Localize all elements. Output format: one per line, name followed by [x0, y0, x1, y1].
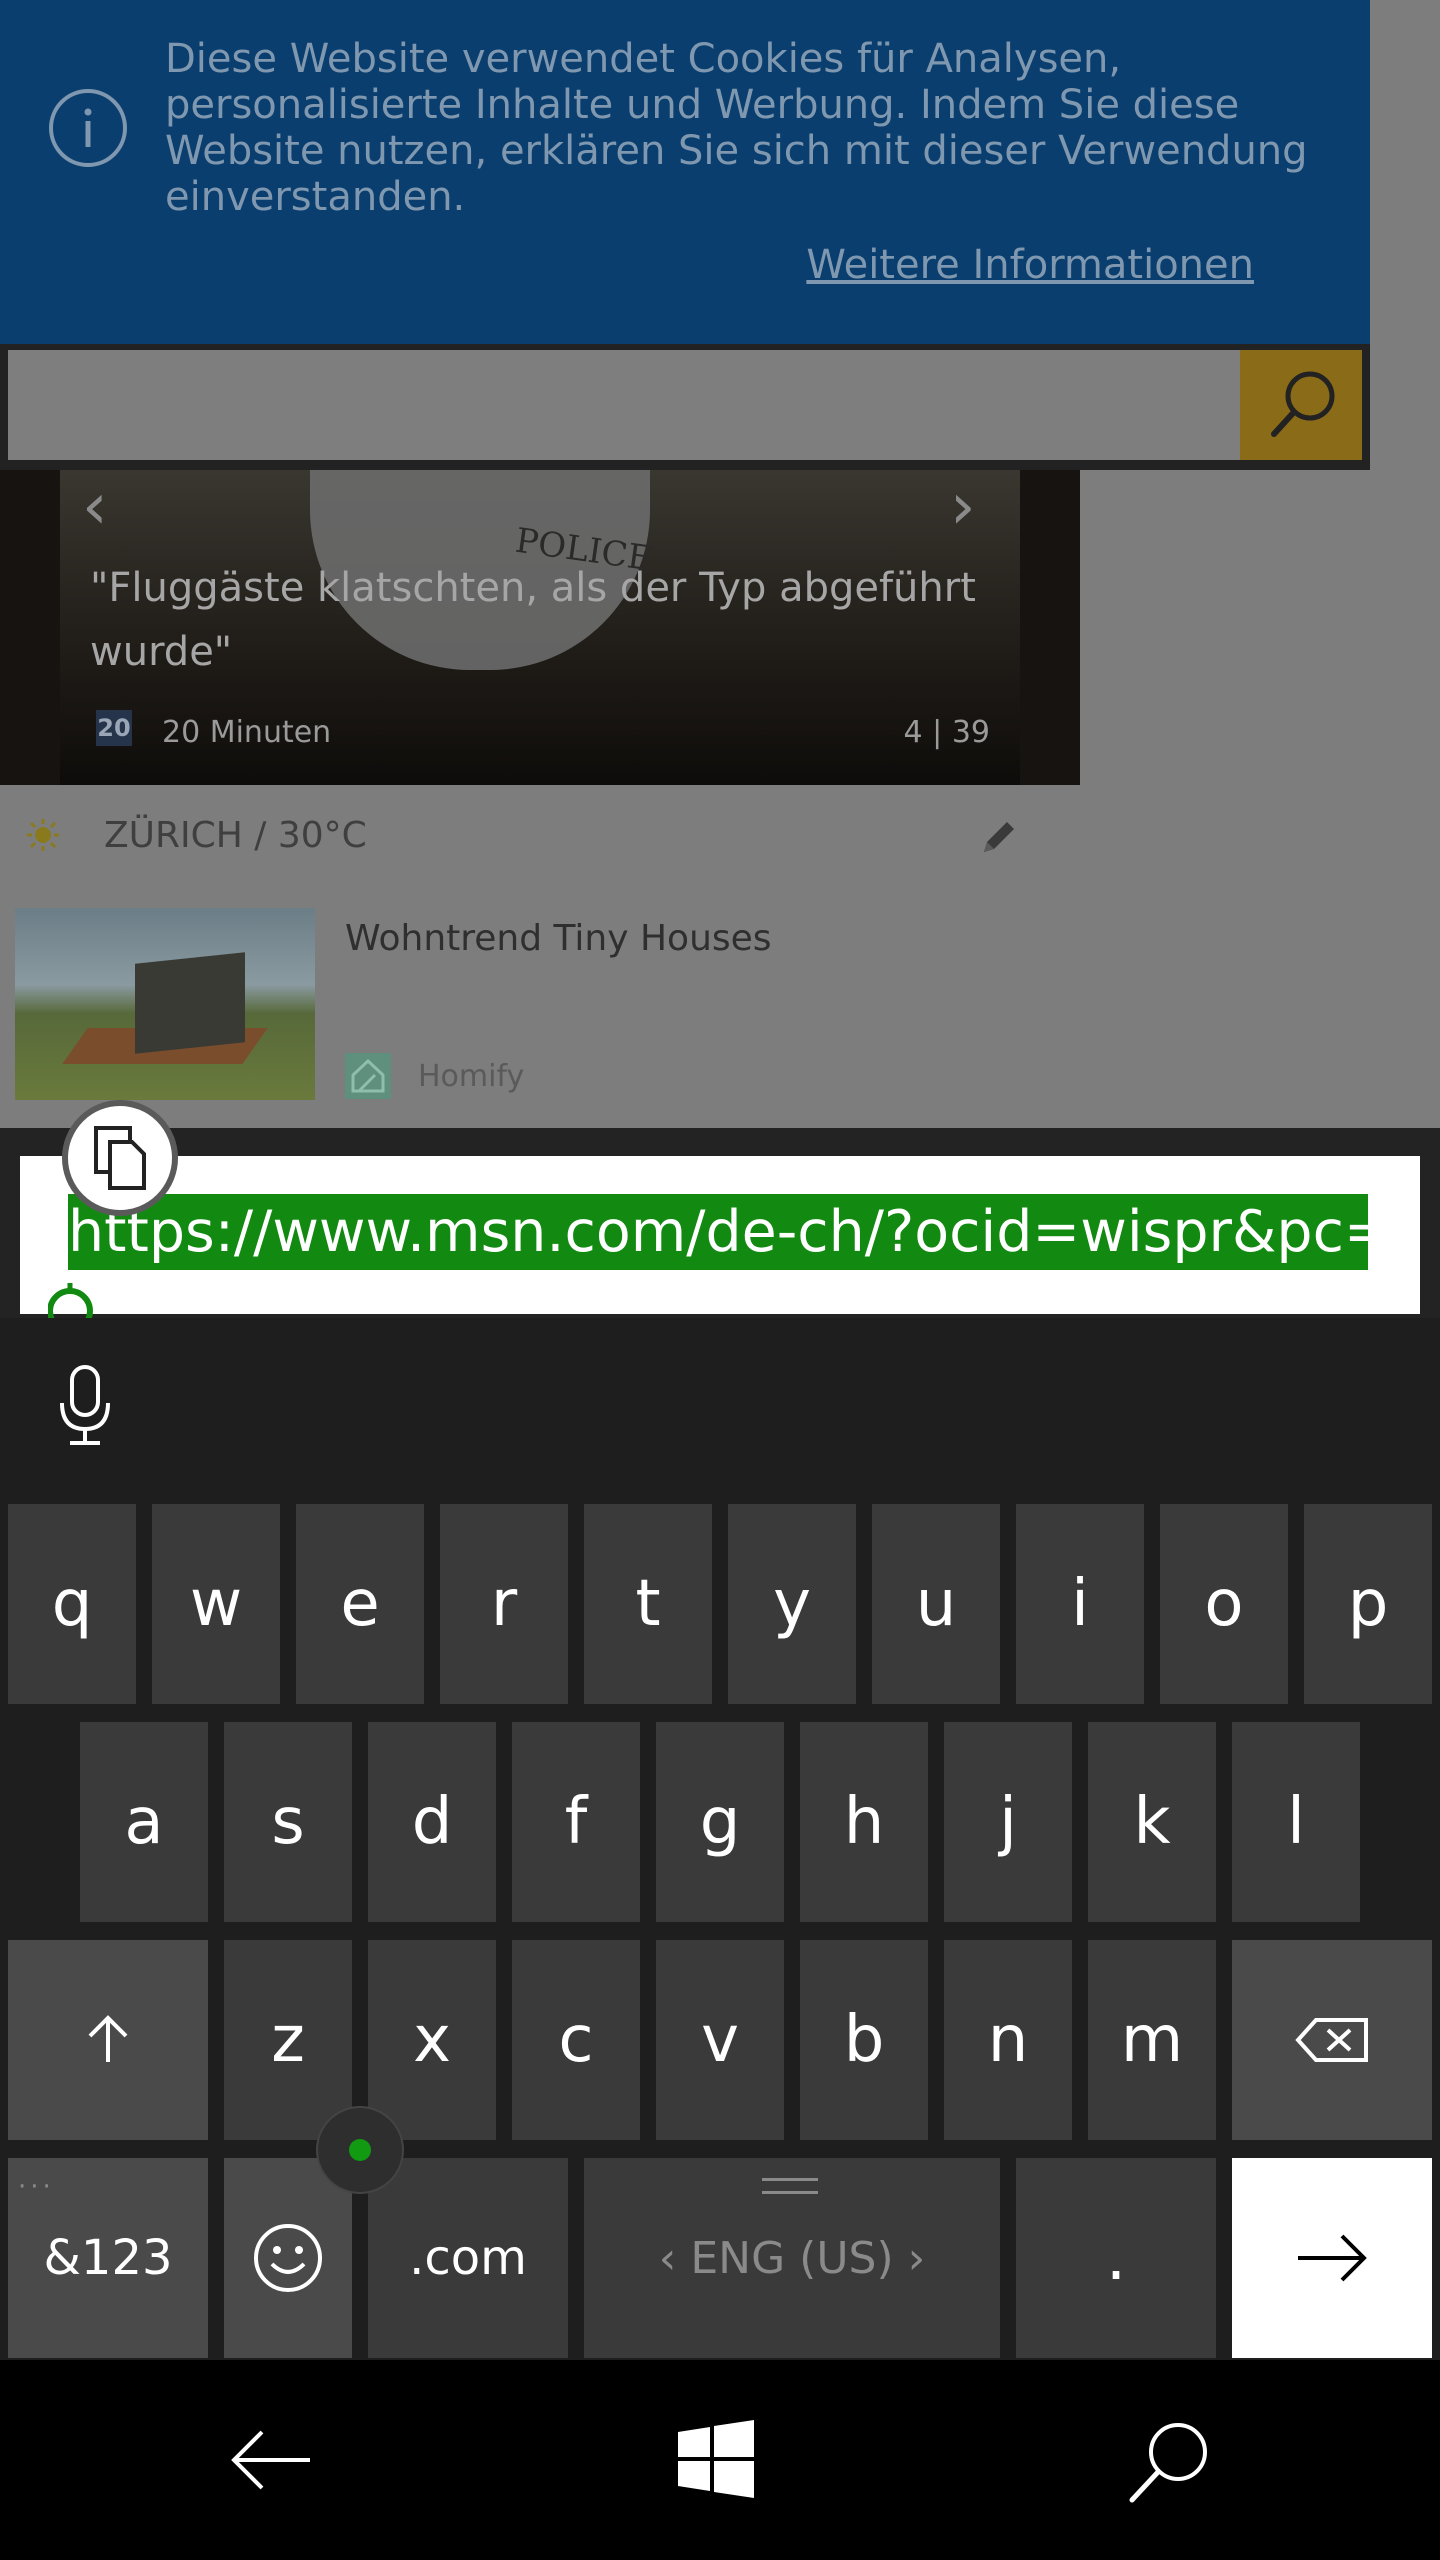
key-d[interactable]: d [368, 1722, 496, 1922]
key-q[interactable]: q [8, 1504, 136, 1704]
dotcom-key[interactable]: .com [368, 2158, 568, 2358]
sun-icon [27, 819, 59, 851]
next-slide-icon[interactable]: › [950, 470, 976, 544]
url-selection[interactable]: https://www.msn.com/de-ch/?ocid=wispr&pc… [68, 1194, 1368, 1270]
shift-key[interactable] [8, 1940, 208, 2140]
key-p[interactable]: p [1304, 1504, 1432, 1704]
cookie-text: Diese Website verwendet Cookies für Anal… [165, 36, 1308, 220]
period-key[interactable]: . [1016, 2158, 1216, 2358]
key-t[interactable]: t [584, 1504, 712, 1704]
key-k[interactable]: k [1088, 1722, 1216, 1922]
key-v[interactable]: v [656, 1940, 784, 2140]
selection-handle[interactable] [48, 1283, 98, 1318]
key-r[interactable]: r [440, 1504, 568, 1704]
cookie-banner: Diese Website verwendet Cookies für Anal… [0, 0, 1370, 344]
search-icon [1271, 371, 1335, 437]
search-icon[interactable] [1124, 2416, 1214, 2506]
search-input[interactable] [8, 350, 1240, 460]
search-button[interactable] [1240, 350, 1362, 460]
key-i[interactable]: i [1016, 1504, 1144, 1704]
key-g[interactable]: g [656, 1722, 784, 1922]
key-u[interactable]: u [872, 1504, 1000, 1704]
slide-headline[interactable]: "Fluggäste klatschten, als der Typ abgef… [90, 556, 1010, 684]
story-source: Homify [418, 1059, 525, 1094]
key-h[interactable]: h [800, 1722, 928, 1922]
arrow-right-icon [1298, 2234, 1367, 2282]
key-j[interactable]: j [944, 1722, 1072, 1922]
info-icon [49, 89, 127, 167]
emoji-key[interactable] [224, 2158, 352, 2358]
key-b[interactable]: b [800, 1940, 928, 2140]
key-f[interactable]: f [512, 1722, 640, 1922]
key-l[interactable]: l [1232, 1722, 1360, 1922]
story-thumbnail[interactable] [15, 908, 315, 1100]
go-key[interactable] [1232, 2158, 1432, 2358]
more-dots-icon: ··· [18, 2172, 55, 2202]
key-z[interactable]: z [224, 1940, 352, 2140]
key-y[interactable]: y [728, 1504, 856, 1704]
backspace-icon [1295, 2018, 1368, 2062]
key-c[interactable]: c [512, 1940, 640, 2140]
pencil-icon[interactable] [978, 816, 1020, 858]
copy-button[interactable] [62, 1100, 178, 1216]
key-n[interactable]: n [944, 1940, 1072, 2140]
key-e[interactable]: e [296, 1504, 424, 1704]
search-bar [0, 344, 1370, 470]
more-info-link[interactable]: Weitere Informationen [806, 242, 1254, 288]
source-logo: 20 [96, 710, 132, 746]
key-m[interactable]: m [1088, 1940, 1216, 2140]
key-x[interactable]: x [368, 1940, 496, 2140]
key-w[interactable]: w [152, 1504, 280, 1704]
microphone-icon[interactable] [56, 1363, 114, 1447]
story-title[interactable]: Wohntrend Tiny Houses [345, 918, 772, 959]
slide-counter: 4 | 39 [903, 715, 990, 750]
grip-icon [762, 2178, 818, 2194]
key-s[interactable]: s [224, 1722, 352, 1922]
weather-label[interactable]: ZÜRICH / 30°C [104, 815, 367, 856]
homify-logo-icon [345, 1053, 391, 1099]
smiley-icon [254, 2224, 322, 2292]
prev-slide-icon[interactable]: ‹ [82, 470, 108, 544]
shift-arrow-icon [88, 2015, 128, 2062]
copy-icon [94, 1126, 146, 1190]
navigation-bar [0, 2360, 1440, 2560]
backspace-key[interactable] [1232, 1940, 1432, 2140]
slide-source: 20 Minuten [162, 715, 332, 750]
cursor-control[interactable] [316, 2106, 404, 2194]
back-arrow-icon[interactable] [226, 2420, 316, 2500]
key-o[interactable]: o [1160, 1504, 1288, 1704]
key-a[interactable]: a [80, 1722, 208, 1922]
windows-logo-icon[interactable] [676, 2420, 756, 2500]
